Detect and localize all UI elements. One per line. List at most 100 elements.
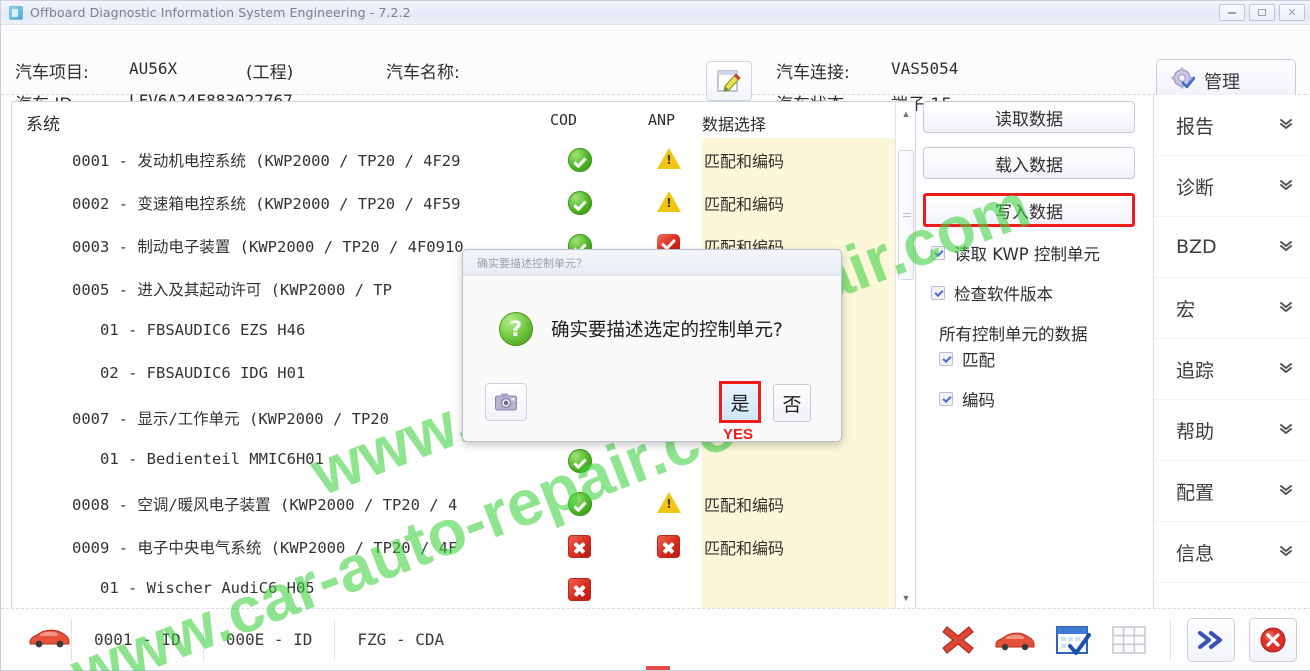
table-row[interactable]: 0001 - 发动机电控系统 (KWP2000 / TP20 / 4F29 匹配和…: [12, 138, 915, 181]
action-panel: 读取数据载入数据写入数据读取 KWP 控制单元检查软件版本所有控制单元的数据匹配…: [923, 101, 1145, 609]
table-row[interactable]: 0008 - 空调/暖风电子装置 (KWP2000 / TP20 / 4 匹配和编…: [12, 482, 915, 525]
group-checkbox-row[interactable]: 编码: [923, 387, 1145, 411]
double-chevron-right-icon[interactable]: [1187, 618, 1235, 662]
dialog-yes-button[interactable]: 是: [719, 381, 761, 423]
table-row[interactable]: 0009 - 电子中央电气系统 (KWP2000 / TP20 / 4F 匹配和编…: [12, 525, 915, 568]
red-close-circle-icon[interactable]: [1249, 618, 1297, 662]
data-selection-cell[interactable]: 匹配和编码: [702, 138, 912, 181]
dialog-yes-wrapper: 是 YES: [719, 381, 761, 443]
chevron-down-icon[interactable]: [1279, 179, 1293, 193]
sidebar-item-1[interactable]: 诊断: [1154, 156, 1310, 217]
dialog-no-label: 否: [782, 393, 802, 416]
system-row-label: 0003 - 制动电子装置 (KWP2000 / TP20 / 4F0910: [72, 238, 464, 256]
red-car-icon-bottom[interactable]: [994, 627, 1036, 653]
status-cell-0[interactable]: 0001 - ID: [71, 618, 203, 661]
cod-status-ok-icon: [568, 492, 592, 516]
data-selection-text: 匹配和编码: [704, 194, 785, 214]
sidebar-item-0[interactable]: 报告: [1154, 95, 1310, 156]
checkbox-icon[interactable]: [939, 352, 953, 366]
chevron-down-icon[interactable]: [1279, 545, 1293, 559]
anp-status-warn-icon: [657, 492, 681, 514]
application-window: Offboard Diagnostic Information System E…: [0, 0, 1310, 671]
camera-icon[interactable]: [485, 383, 527, 421]
maximize-button[interactable]: [1249, 4, 1275, 21]
dialog-no-button[interactable]: 否: [773, 384, 811, 422]
action-button-label: 载入数据: [995, 155, 1063, 176]
grid-icon[interactable]: [1110, 623, 1148, 657]
table-row[interactable]: 0002 - 变速箱电控系统 (KWP2000 / TP20 / 4F59 匹配和…: [12, 181, 915, 224]
scroll-up-icon[interactable]: ▲: [896, 104, 915, 124]
cod-status-err-icon: [568, 578, 591, 601]
sidebar-item-label: 配置: [1176, 481, 1215, 504]
list-scrollbar[interactable]: ▲ ▼: [895, 102, 915, 608]
option-checkbox-row[interactable]: 读取 KWP 控制单元: [923, 241, 1145, 265]
chevron-down-icon[interactable]: [1279, 484, 1293, 498]
system-row-label: 0005 - 进入及其起动许可 (KWP2000 / TP: [72, 281, 392, 299]
dialog-message: 确实要描述选定的控制单元?: [551, 319, 783, 341]
chevron-down-icon[interactable]: [1279, 362, 1293, 376]
scrollbar-thumb[interactable]: [898, 150, 914, 280]
system-row-label: 0007 - 显示/工作单元 (KWP2000 / TP20: [72, 410, 389, 428]
cod-status-ok-icon: [568, 191, 592, 215]
status-cell-2[interactable]: FZG - CDA: [334, 618, 466, 661]
sidebar-item-label: BZD: [1176, 236, 1217, 258]
data-selection-cell[interactable]: 匹配和编码: [702, 181, 912, 224]
group-checkbox-label: 编码: [962, 391, 995, 410]
column-header-data-select: 数据选择: [702, 115, 767, 134]
anp-status-warn-icon: [657, 191, 681, 213]
calendar-check-icon[interactable]: [1054, 623, 1092, 657]
cod-status-ok-icon: [568, 449, 592, 473]
app-icon: [9, 5, 23, 20]
status-cell-0-text: 0001 - ID: [94, 630, 181, 649]
chevron-down-icon[interactable]: [1279, 118, 1293, 132]
red-x-icon[interactable]: [940, 623, 976, 657]
sidebar-item-4[interactable]: 追踪: [1154, 339, 1310, 400]
option-group-label: 所有控制单元的数据: [939, 325, 1088, 344]
sidebar-item-3[interactable]: 宏: [1154, 278, 1310, 339]
dialog-yes-annotation: YES: [723, 426, 754, 443]
checkbox-icon[interactable]: [931, 246, 945, 260]
confirm-dialog: 确实要描述控制单元？ 确实要描述选定的控制单元? 是 YES: [462, 249, 842, 443]
sidebar-item-label: 帮助: [1176, 420, 1215, 443]
gear-check-icon: [1171, 67, 1196, 96]
group-checkbox-label: 匹配: [962, 351, 995, 370]
action-button-2[interactable]: 写入数据: [923, 193, 1135, 227]
system-row-label: 0009 - 电子中央电气系统 (KWP2000 / TP20 / 4F: [72, 539, 458, 557]
vehicle-info-header: 汽车项目: AU56X (工程) 汽车名称: 汽车 ID: LFV6A24F88…: [1, 25, 1310, 115]
group-checkbox-row[interactable]: 匹配: [923, 347, 1145, 371]
checkbox-icon[interactable]: [931, 286, 945, 300]
checkbox-icon[interactable]: [939, 392, 953, 406]
chevron-down-icon[interactable]: [1279, 240, 1293, 254]
edit-pencil-icon[interactable]: [706, 61, 752, 101]
action-button-label: 读取数据: [995, 109, 1063, 130]
sidebar-item-5[interactable]: 帮助: [1154, 400, 1310, 461]
project-value: AU56X: [129, 59, 178, 78]
table-row[interactable]: 01 - Wischer AudiC6 H05: [12, 568, 915, 608]
data-selection-cell[interactable]: 匹配和编码: [702, 482, 912, 525]
column-header-anp: ANP: [648, 111, 676, 129]
bottom-status-bar: 0001 - ID 000E - ID FZG - CDA: [1, 608, 1310, 670]
table-row[interactable]: 01 - Bedienteil MMIC6H01: [12, 439, 915, 482]
sidebar-item-6[interactable]: 配置: [1154, 461, 1310, 522]
column-header-system: 系统: [26, 115, 60, 135]
data-selection-cell[interactable]: 匹配和编码: [702, 525, 912, 568]
sidebar-item-label: 诊断: [1176, 176, 1215, 199]
anp-status-warn-icon: [657, 148, 681, 170]
action-button-1[interactable]: 载入数据: [923, 147, 1135, 179]
right-sidebar: 报告诊断 BZD 宏追踪帮助配置信息: [1153, 95, 1310, 609]
connection-value: VAS5054: [891, 59, 959, 78]
sidebar-item-2[interactable]: BZD: [1154, 217, 1310, 278]
minimize-button[interactable]: [1219, 4, 1245, 21]
option-checkbox-row[interactable]: 检查软件版本: [923, 281, 1145, 305]
close-button[interactable]: ✕: [1279, 4, 1305, 21]
sidebar-item-7[interactable]: 信息: [1154, 522, 1310, 583]
chevron-down-icon[interactable]: [1279, 301, 1293, 315]
option-checkbox-label: 检查软件版本: [954, 285, 1053, 304]
status-cell-1[interactable]: 000E - ID: [202, 618, 335, 661]
action-button-0[interactable]: 读取数据: [923, 101, 1135, 133]
sidebar-item-label: 宏: [1176, 298, 1196, 321]
data-selection-text: 匹配和编码: [704, 151, 785, 171]
chevron-down-icon[interactable]: [1279, 423, 1293, 437]
scroll-down-icon[interactable]: ▼: [896, 588, 915, 608]
list-column-headers: 系统 COD ANP 数据选择: [12, 102, 915, 138]
